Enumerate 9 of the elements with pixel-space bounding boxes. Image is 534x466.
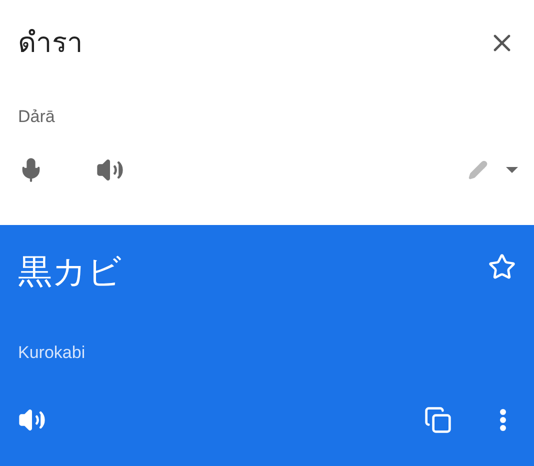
translation-transliteration: Kurokabi	[18, 342, 86, 364]
dropdown-caret-icon[interactable]	[506, 166, 518, 172]
pencil-icon	[468, 160, 488, 180]
source-transliteration: Dảrā	[18, 106, 55, 128]
translation-text: 黒カビ	[18, 251, 122, 294]
more-vertical-icon	[500, 408, 506, 430]
copy-icon	[424, 406, 452, 434]
source-text: ดำรา	[18, 25, 83, 61]
star-icon	[488, 253, 516, 281]
